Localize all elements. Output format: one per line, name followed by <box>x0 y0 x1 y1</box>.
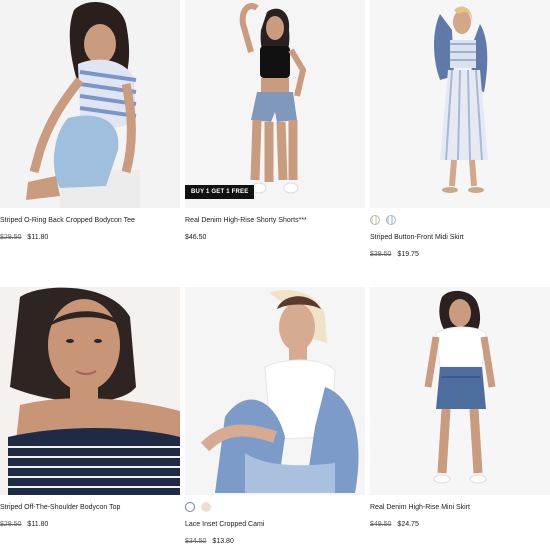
color-swatch-peach[interactable] <box>201 502 211 512</box>
color-swatch-white[interactable] <box>185 502 195 512</box>
sale-price: $46.50 <box>185 234 207 241</box>
product-image[interactable] <box>370 287 550 495</box>
product-grid: Striped O-Ring Back Cropped Bodycon Tee … <box>0 0 550 545</box>
product-card[interactable]: Striped Button-Front Midi Skirt $39.50 $1… <box>370 0 550 259</box>
sale-price: $11.80 <box>27 521 49 528</box>
promo-badge: BUY 1 GET 1 FREE <box>185 185 255 199</box>
product-card[interactable]: Lace Inset Cropped Cami $34.50 $13.80 <box>185 287 365 546</box>
product-image[interactable] <box>185 287 365 495</box>
color-swatch-blue-stripe[interactable] <box>386 215 396 225</box>
product-price: $49.50 $24.75 <box>370 520 550 529</box>
product-price: $29.50 $11.80 <box>0 233 180 242</box>
product-card[interactable]: Striped O-Ring Back Cropped Bodycon Tee … <box>0 0 180 242</box>
product-price: $46.50 <box>185 233 365 242</box>
product-name[interactable]: Real Denim High-Rise Shorty Shorts*** <box>185 216 365 225</box>
product-card[interactable]: Striped Off-The-Shoulder Bodycon Top $29… <box>0 287 180 529</box>
product-card[interactable]: BUY 1 GET 1 FREE Real Denim High-Rise Sh… <box>185 0 365 242</box>
original-price: $29.50 <box>0 234 22 241</box>
original-price: $29.50 <box>0 521 22 528</box>
product-price: $39.50 $19.75 <box>370 250 550 259</box>
product-name[interactable]: Striped Off-The-Shoulder Bodycon Top <box>0 503 180 512</box>
original-price: $49.50 <box>370 521 392 528</box>
product-name[interactable]: Lace Inset Cropped Cami <box>185 520 365 529</box>
sale-price: $24.75 <box>397 521 419 528</box>
original-price: $39.50 <box>370 251 392 258</box>
product-image[interactable] <box>0 287 180 495</box>
product-name[interactable]: Real Denim High-Rise Mini Skirt <box>370 503 550 512</box>
sale-price: $19.75 <box>397 251 419 258</box>
original-price: $34.50 <box>185 538 207 545</box>
product-image[interactable] <box>370 0 550 208</box>
color-swatch-striped[interactable] <box>370 215 380 225</box>
sale-price: $13.80 <box>212 538 234 545</box>
product-name[interactable]: Striped O-Ring Back Cropped Bodycon Tee <box>0 216 180 225</box>
product-card[interactable]: Real Denim High-Rise Mini Skirt $49.50 $2… <box>370 287 550 529</box>
color-swatches <box>370 215 550 225</box>
color-swatches <box>185 502 365 512</box>
product-name[interactable]: Striped Button-Front Midi Skirt <box>370 233 550 242</box>
product-image[interactable]: BUY 1 GET 1 FREE <box>185 0 365 208</box>
sale-price: $11.80 <box>27 234 49 241</box>
product-price: $29.50 $11.80 <box>0 520 180 529</box>
product-price: $34.50 $13.80 <box>185 537 365 546</box>
product-image[interactable] <box>0 0 180 208</box>
